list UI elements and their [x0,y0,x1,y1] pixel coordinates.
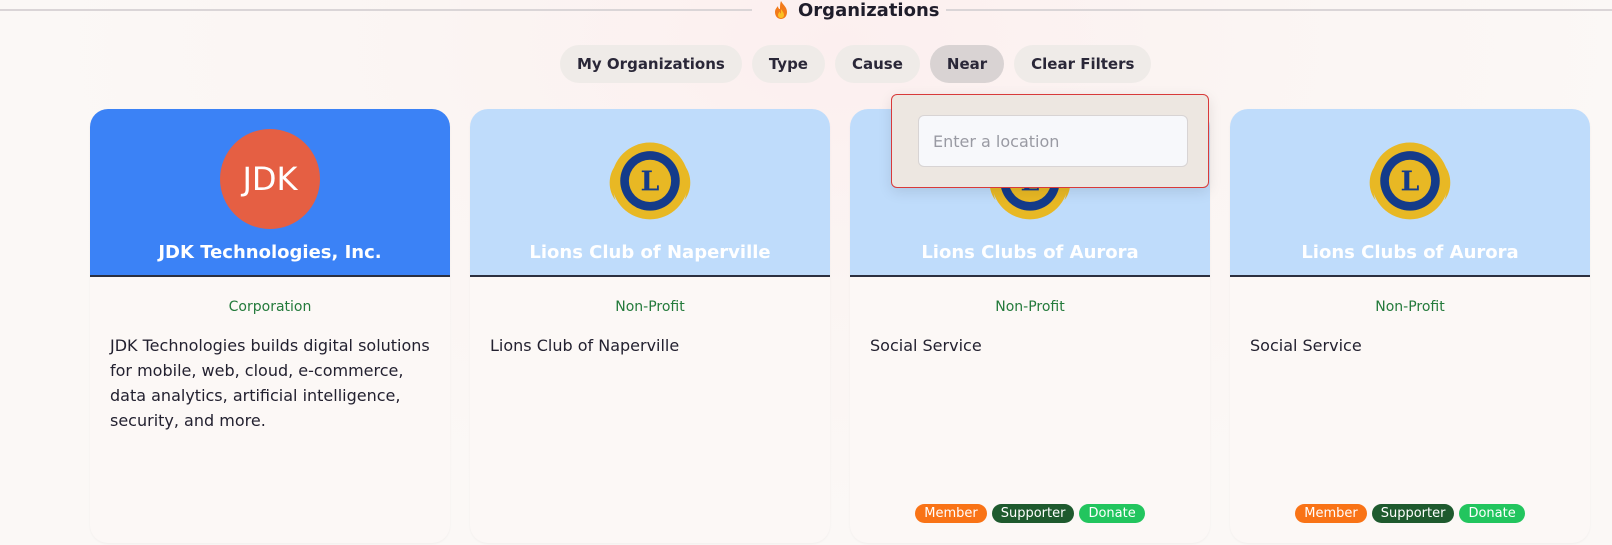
card-header: JDK JDK Technologies, Inc. [90,109,450,277]
organization-card[interactable]: L Lions Club of Naperville Non-Profit Li… [470,109,830,543]
location-input[interactable] [918,115,1188,167]
organization-card[interactable]: L Lions Clubs of Aurora Non-Profit Socia… [1230,109,1590,543]
card-header: L Lions Club of Naperville [470,109,830,277]
filter-type-button[interactable]: Type [751,45,825,83]
filter-bar: My Organizations Type Cause Near Clear F… [560,45,1152,83]
supporter-badge[interactable]: Supporter [1371,504,1455,523]
page-title: Organizations [798,0,940,21]
location-popover [891,94,1209,188]
lions-logo-icon: L [1360,129,1460,229]
donate-badge[interactable]: Donate [1459,504,1525,523]
header-divider-right [946,9,1612,11]
card-description: Social Service [870,336,982,355]
filter-my-organizations-button[interactable]: My Organizations [560,45,742,83]
header-divider-left [0,9,752,11]
filter-cause-button[interactable]: Cause [834,45,920,83]
card-title[interactable]: Lions Clubs of Aurora [850,242,1210,263]
card-description: JDK Technologies builds digital solution… [110,336,430,430]
supporter-badge[interactable]: Supporter [991,504,1075,523]
svg-text:L: L [1401,167,1420,198]
lions-logo-icon: L [600,129,700,229]
card-header: L Lions Clubs of Aurora [1230,109,1590,277]
filter-near-button[interactable]: Near [929,45,1005,83]
card-type: Non-Profit [995,299,1065,315]
organization-card[interactable]: JDK JDK Technologies, Inc. Corporation J… [90,109,450,543]
member-badge[interactable]: Member [915,504,987,523]
flame-icon [775,1,787,19]
svg-text:L: L [641,167,660,198]
card-logo: JDK [220,129,320,229]
card-description: Social Service [1250,336,1362,355]
card-title[interactable]: JDK Technologies, Inc. [90,242,450,263]
card-title[interactable]: Lions Clubs of Aurora [1230,242,1590,263]
clear-filters-button[interactable]: Clear Filters [1014,45,1152,83]
card-description: Lions Club of Naperville [490,336,680,355]
page-header: Organizations [0,0,1612,22]
card-title[interactable]: Lions Club of Naperville [470,242,830,263]
card-type: Non-Profit [1375,299,1445,315]
avatar: JDK [220,129,320,229]
card-badges: Member Supporter Donate [850,504,1210,523]
member-badge[interactable]: Member [1295,504,1367,523]
card-badges: Member Supporter Donate [1230,504,1590,523]
donate-badge[interactable]: Donate [1079,504,1145,523]
title-wrap: Organizations [772,0,940,23]
card-type: Non-Profit [615,299,685,315]
card-type: Corporation [228,299,312,315]
